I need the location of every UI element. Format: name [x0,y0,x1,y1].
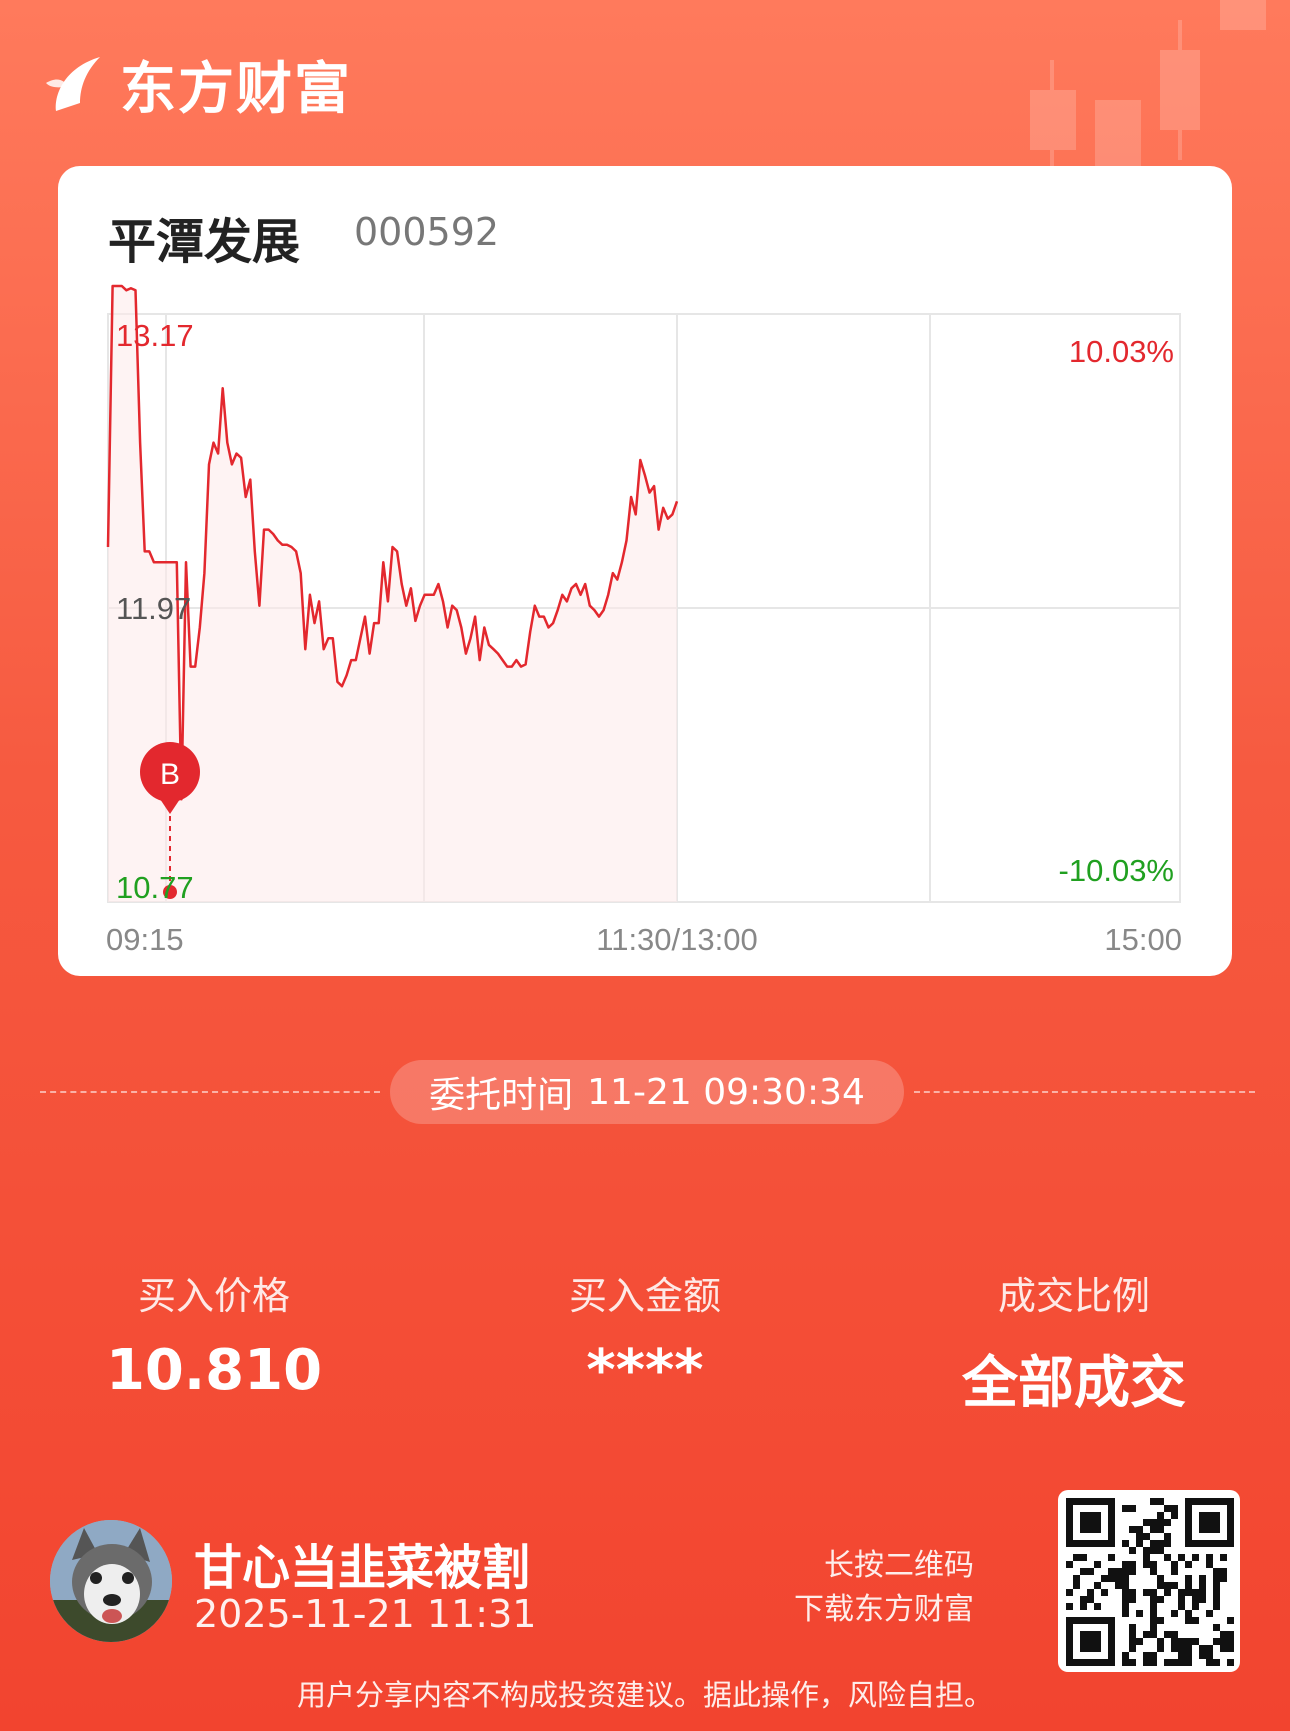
qr-hint-line2: 下载东方财富 [794,1592,974,1627]
share-time: 2025-11-21 11:31 [194,1592,537,1636]
order-time-label: 委托时间 [429,1075,574,1116]
stock-chart-card[interactable]: 平潭发展 000592 B 13.17 11.97 10.77 10.03% -… [58,166,1232,976]
stat-label: 买入价格 [137,1274,290,1318]
husky-dog-avatar [50,1520,172,1642]
price-max-label: 13.17 [116,318,194,353]
prev-close-label: 11.97 [116,591,191,626]
price-area-fill [108,286,677,902]
price-min-label: 10.77 [116,870,194,905]
qr-code-icon [1066,1498,1234,1666]
qr-hint-line1: 长按二维码 [824,1548,974,1583]
stat-fill-ratio: 成交比例 全部成交 [894,1265,1254,1419]
user-avatar[interactable] [50,1520,172,1642]
order-time-value: 11-21 09:30:34 [587,1071,865,1113]
stat-value: 10.810 [105,1338,323,1403]
stat-label: 成交比例 [997,1274,1150,1318]
buy-marker-label: B [160,758,180,791]
stat-buy-price: 买入价格 10.810 [34,1265,394,1403]
x-tick-close: 15:00 [1104,922,1182,957]
stat-value: 全部成交 [962,1351,1186,1416]
x-tick-open: 09:15 [106,922,184,957]
x-tick-midday: 11:30/13:00 [596,922,757,957]
sail-logo-icon [46,56,100,111]
stat-value: **** [586,1338,704,1403]
order-time-pill: 委托时间 11-21 09:30:34 [390,1060,904,1124]
trade-stats: 买入价格 10.810 买入金额 **** 成交比例 全部成交 [0,1265,1290,1416]
order-time-divider: 委托时间 11-21 09:30:34 [40,1060,1255,1124]
brand-name: 东方财富 [120,56,352,122]
brand-header: 东方财富 [46,44,352,125]
intraday-chart: B 13.17 11.97 10.77 10.03% -10.03% 09:15… [106,284,1182,957]
dashed-line-left [40,1091,380,1093]
stat-label: 买入金额 [568,1274,721,1318]
dashed-line-right [914,1091,1255,1093]
username: 甘心当韭菜被割 [194,1540,531,1596]
stat-buy-amount: 买入金额 **** [465,1265,825,1403]
pct-min-label: -10.03% [1059,853,1174,888]
qr-code[interactable] [1058,1490,1240,1672]
pct-max-label: 10.03% [1069,334,1174,369]
qr-hint: 长按二维码 下载东方财富 [794,1544,974,1632]
share-footer: 甘心当韭菜被割 2025-11-21 11:31 长按二维码 下载东方财富 [0,1490,1290,1672]
disclaimer: 用户分享内容不构成投资建议。据此操作，风险自担。 [296,1678,993,1712]
